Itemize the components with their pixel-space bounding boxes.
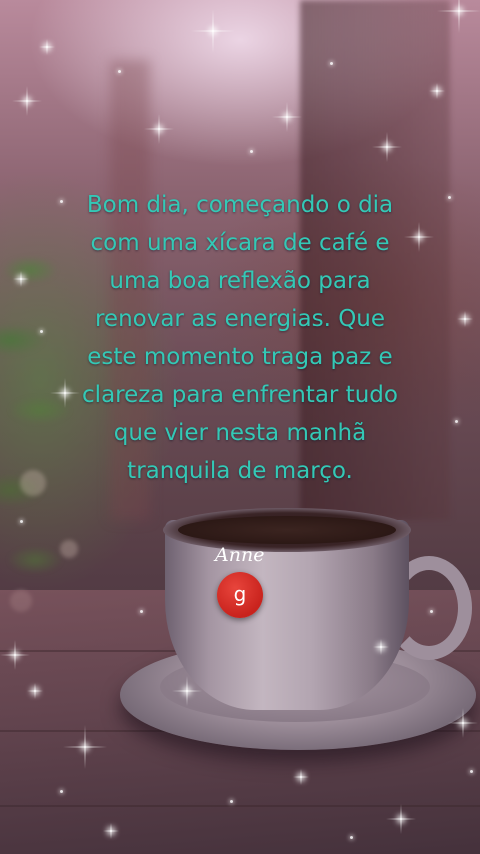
sparkle-icon: [212, 30, 214, 32]
sparkle-icon: [418, 236, 420, 238]
sparkle-dot: [455, 420, 458, 423]
coffee-surface: [178, 516, 396, 544]
greeting-message: Bom dia, começando o dia com uma xícara …: [82, 192, 398, 484]
sparkle-icon: [64, 392, 66, 394]
sparkle-icon: [386, 146, 388, 148]
sparkle-dot: [430, 610, 433, 613]
sparkle-icon: [84, 746, 86, 748]
sparkle-icon: [110, 830, 112, 832]
sparkle-icon: [186, 690, 188, 692]
sparkle-dot: [60, 200, 63, 203]
sparkle-icon: [20, 278, 22, 280]
sparkle-icon: [26, 100, 28, 102]
sparkle-icon: [14, 654, 16, 656]
sparkle-dot: [330, 62, 333, 65]
sparkle-icon: [436, 90, 438, 92]
signature-badge: g: [217, 572, 263, 618]
sparkle-dot: [448, 196, 451, 199]
sparkle-icon: [300, 776, 302, 778]
sparkle-icon: [380, 646, 382, 648]
sparkle-dot: [140, 610, 143, 613]
sparkle-dot: [350, 836, 353, 839]
sparkle-icon: [158, 128, 160, 130]
sparkle-dot: [230, 800, 233, 803]
sparkle-dot: [40, 330, 43, 333]
sparkle-dot: [250, 150, 253, 153]
bokeh-light: [60, 540, 78, 558]
sparkle-icon: [286, 116, 288, 118]
signature-text: Anne: [215, 544, 265, 566]
sparkle-icon: [46, 46, 48, 48]
sparkle-icon: [400, 818, 402, 820]
greeting-image: Bom dia, começando o dia com uma xícara …: [0, 0, 480, 854]
sparkle-icon: [464, 318, 466, 320]
sparkle-dot: [470, 770, 473, 773]
table-plank-line: [0, 805, 480, 807]
sparkle-dot: [118, 70, 121, 73]
sparkle-icon: [458, 10, 460, 12]
sparkle-dot: [20, 520, 23, 523]
sparkle-icon: [34, 690, 36, 692]
sparkle-icon: [462, 722, 464, 724]
sparkle-dot: [60, 790, 63, 793]
